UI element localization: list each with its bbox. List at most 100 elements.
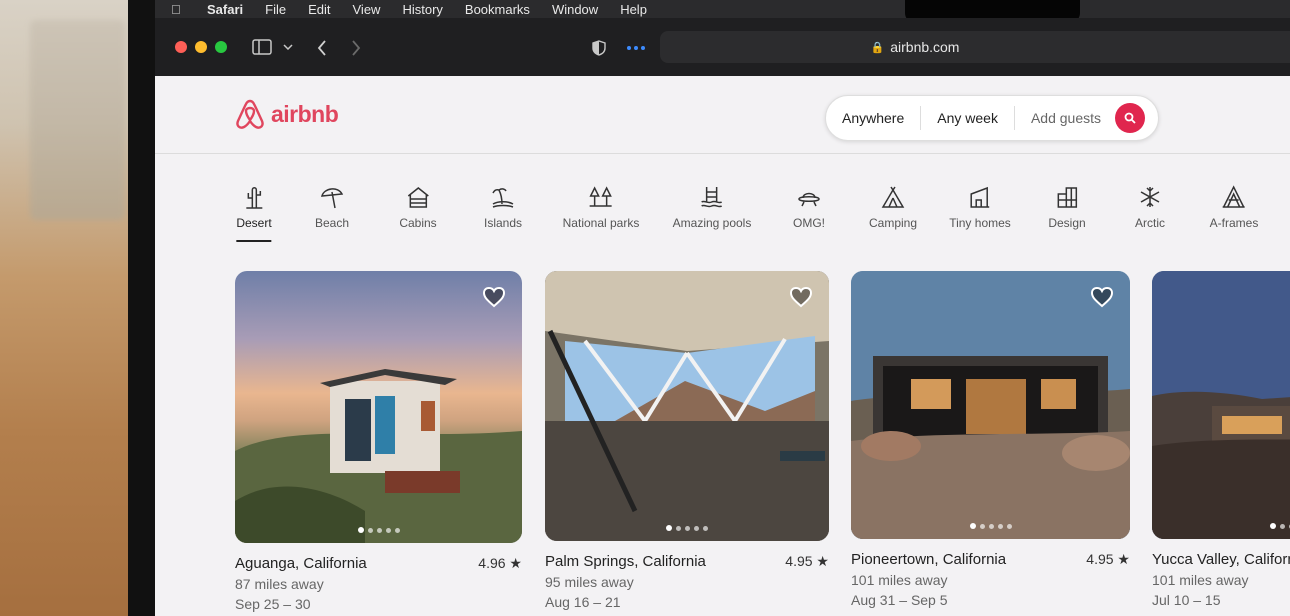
pool-icon (701, 187, 723, 208)
category-label: Amazing pools (672, 216, 752, 230)
listing-distance: 101 miles away (851, 572, 948, 588)
design-icon (1057, 187, 1077, 208)
listing-rating: 4.96 ★ (478, 555, 522, 571)
close-window-button[interactable] (175, 41, 187, 53)
search-icon (1124, 112, 1136, 124)
listing-photo[interactable] (851, 271, 1130, 539)
snowflake-icon (1140, 187, 1160, 207)
menu-app-name[interactable]: Safari (207, 2, 243, 17)
menu-bookmarks[interactable]: Bookmarks (465, 2, 530, 17)
listing-dates: Aug 16 – 21 (545, 594, 621, 610)
listing-rating: 4.95 ★ (785, 553, 829, 569)
category-islands[interactable]: Islands (484, 184, 522, 230)
back-icon[interactable] (317, 40, 327, 56)
listing-distance: 101 miles away (1152, 572, 1249, 588)
carousel-dots (357, 527, 400, 533)
menu-view[interactable]: View (353, 2, 381, 17)
tent-icon (881, 186, 905, 208)
category-omg[interactable]: OMG! (793, 184, 825, 230)
category-design[interactable]: Design (1048, 184, 1086, 230)
menu-history[interactable]: History (402, 2, 442, 17)
category-camping[interactable]: Camping (869, 184, 917, 230)
extensions-icon[interactable] (626, 45, 646, 51)
forward-icon[interactable] (351, 40, 361, 56)
category-beach[interactable]: Beach (315, 184, 349, 230)
category-label: Beach (314, 216, 350, 230)
category-national-parks[interactable]: National parks (562, 184, 640, 230)
search-guests[interactable]: Add guests (1015, 110, 1111, 126)
listing-info: Pioneertown, California 4.95 ★ 101 miles… (851, 551, 1130, 608)
listing-dates: Aug 31 – Sep 5 (851, 592, 948, 608)
minimize-window-button[interactable] (195, 41, 207, 53)
address-bar[interactable]: 🔒 airbnb.com (660, 31, 1290, 63)
cabin-icon (407, 187, 429, 208)
heart-icon[interactable] (789, 285, 813, 309)
carousel-dots (969, 523, 1012, 529)
mac-menubar:  Safari File Edit View History Bookmark… (155, 0, 1290, 18)
category-tiny-homes[interactable]: Tiny homes (949, 184, 1011, 230)
cactus-icon (246, 187, 262, 209)
search-when[interactable]: Any week (921, 110, 1014, 126)
category-a-frames[interactable]: A-frames (1210, 184, 1258, 230)
listing-info: Palm Springs, California 4.95 ★ 95 miles… (545, 553, 829, 610)
listing-photo[interactable] (235, 271, 522, 543)
ufo-icon (798, 192, 820, 207)
chevron-down-icon[interactable] (283, 44, 293, 50)
category-label: Islands (483, 216, 523, 230)
heart-icon[interactable] (1090, 285, 1114, 309)
listing-dates: Sep 25 – 30 (235, 596, 311, 612)
category-label: Tiny homes (949, 216, 1011, 230)
chair-background (30, 20, 125, 220)
category-arctic[interactable]: Arctic (1135, 184, 1165, 230)
desk-background (0, 0, 140, 616)
category-cabins[interactable]: Cabins (399, 184, 437, 230)
listing-rating: 4.95 ★ (1086, 551, 1130, 567)
listing-info: Yucca Valley, Californ 101 miles away Ju… (1152, 551, 1290, 608)
listing-card[interactable]: Yucca Valley, Californ 101 miles away Ju… (1152, 271, 1290, 608)
search-where[interactable]: Anywhere (826, 110, 920, 126)
category-label: National parks (562, 216, 640, 230)
island-icon (492, 188, 514, 208)
lock-icon: 🔒 (870, 41, 885, 54)
listing-distance: 95 miles away (545, 574, 634, 590)
shield-icon[interactable] (592, 40, 606, 56)
tiny-cabin-scene (235, 369, 522, 543)
search-bar[interactable]: Anywhere Any week Add guests (825, 95, 1159, 141)
carousel-dots (1270, 523, 1290, 529)
logo-text: airbnb (271, 100, 339, 127)
category-desert[interactable]: Desert (236, 184, 272, 242)
listing-info: Aguanga, California 4.96 ★ 87 miles away… (235, 555, 522, 612)
menu-window[interactable]: Window (552, 2, 598, 17)
listing-distance: 87 miles away (235, 576, 324, 592)
category-bar: Desert Beach Cabins Islands National par… (155, 184, 1290, 254)
listing-dates: Jul 10 – 15 (1152, 592, 1221, 608)
active-category-indicator (236, 240, 272, 242)
browser-toolbar: 🔒 airbnb.com (155, 18, 1290, 76)
category-label: OMG! (793, 216, 825, 230)
menu-file[interactable]: File (265, 2, 286, 17)
listing-card[interactable]: Aguanga, California 4.96 ★ 87 miles away… (235, 271, 522, 612)
category-label: Arctic (1135, 216, 1165, 230)
search-button[interactable] (1115, 103, 1146, 133)
listing-card[interactable]: Palm Springs, California 4.95 ★ 95 miles… (545, 271, 829, 610)
menu-edit[interactable]: Edit (308, 2, 330, 17)
heart-icon[interactable] (482, 285, 506, 309)
url-text: airbnb.com (890, 39, 960, 55)
apple-icon[interactable]:  (171, 2, 185, 17)
listing-photo[interactable] (545, 271, 829, 541)
airbnb-belo-icon (236, 99, 264, 129)
umbrella-icon (321, 188, 344, 209)
dome-house-scene (545, 271, 829, 541)
listing-location: Yucca Valley, Californ (1152, 551, 1290, 568)
category-amazing-pools[interactable]: Amazing pools (672, 184, 752, 230)
category-label: Design (1048, 216, 1086, 230)
a-frame-icon (1223, 185, 1245, 208)
listing-photo[interactable] (1152, 271, 1290, 539)
tiny-home-icon (970, 186, 989, 208)
sidebar-icon[interactable] (252, 39, 272, 55)
menu-help[interactable]: Help (620, 2, 647, 17)
listing-card[interactable]: Pioneertown, California 4.95 ★ 101 miles… (851, 271, 1130, 608)
zoom-window-button[interactable] (215, 41, 227, 53)
header-divider (155, 153, 1290, 154)
airbnb-logo[interactable]: airbnb (235, 98, 339, 130)
